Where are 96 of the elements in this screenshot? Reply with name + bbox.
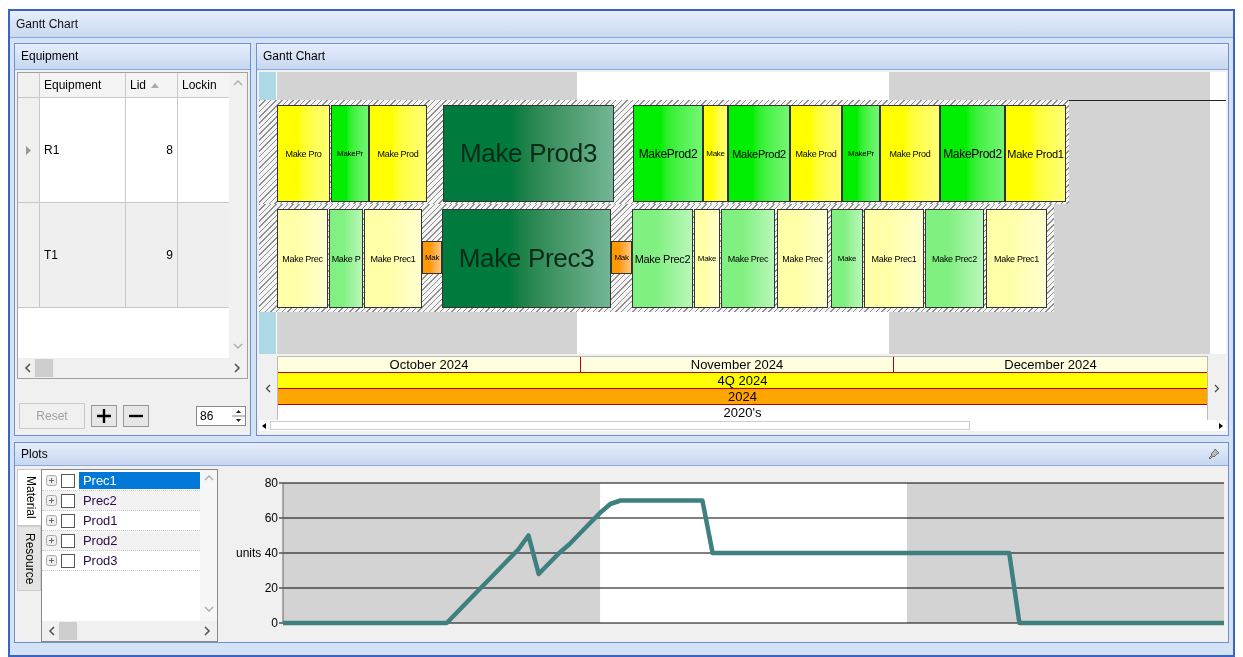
chevron-right-icon (234, 363, 241, 373)
expand-icon[interactable] (45, 495, 57, 506)
gantt-bar[interactable]: Make Prec (721, 209, 775, 308)
chevron-up-icon (233, 79, 243, 86)
column-header[interactable]: Lockin (178, 73, 229, 98)
timescale-label: October 2024 (278, 357, 581, 372)
axis-tick-label: 60 (264, 511, 278, 525)
axis-tick-label: 80 (264, 476, 278, 490)
timescale-label: November 2024 (581, 357, 894, 372)
gantt-bar[interactable]: Make Prec2 (925, 209, 984, 308)
gantt-bar[interactable]: Make Prod (880, 105, 940, 202)
gantt-bar[interactable]: MakePr (842, 105, 880, 202)
column-header[interactable]: Lid (126, 73, 178, 98)
checkbox[interactable] (60, 513, 75, 528)
gantt-bar[interactable]: MakeProd2 (633, 105, 703, 202)
gantt-bar[interactable]: Make Prec1 (986, 209, 1047, 308)
gantt-bar[interactable]: Mak (611, 241, 632, 274)
plus-icon (96, 408, 112, 424)
vertical-scrollbar[interactable] (200, 470, 217, 621)
axis-tick-label: 20 (264, 581, 278, 595)
gantt-bar[interactable]: Make (831, 209, 863, 308)
current-row-icon (26, 145, 31, 155)
chevron-left-icon (47, 626, 55, 636)
gantt-bar[interactable]: Make Prod1 (1005, 105, 1066, 202)
tick-mark (278, 622, 284, 624)
chevron-left-icon (265, 383, 271, 393)
gantt-bar[interactable]: Make Prec2 (632, 209, 693, 308)
list-item[interactable]: Prec1 (78, 472, 200, 489)
arrow-left-icon (262, 422, 266, 429)
gantt-bar[interactable]: Make P (329, 209, 363, 308)
gantt-bar[interactable]: Make Prod (369, 105, 427, 202)
horizontal-scrollbar[interactable] (41, 621, 217, 641)
gantt-bar[interactable]: Mak (422, 241, 442, 274)
timescale-label: December 2024 (1003, 357, 1098, 372)
scrollbar-thumb[interactable] (58, 622, 77, 640)
horizontal-scrollbar[interactable] (18, 358, 247, 378)
gantt-bar[interactable]: MakePr (331, 105, 369, 202)
add-button[interactable] (91, 405, 117, 427)
checkbox[interactable] (60, 493, 75, 508)
vertical-tab[interactable]: Material (17, 469, 41, 526)
axis-tick-label: 40 (264, 546, 278, 560)
zoom-spinbox[interactable]: 86 (196, 406, 246, 426)
timescale-label: 2020's (722, 405, 763, 420)
chevron-down-icon (233, 343, 243, 350)
gantt-bar[interactable]: MakeProd2 (940, 105, 1005, 202)
axis-tick-label: 0 (271, 616, 278, 630)
vertical-tab[interactable]: Resource (17, 525, 41, 592)
gantt-bar[interactable]: Make (703, 105, 728, 202)
table-row[interactable]: R1 8 (18, 98, 229, 203)
table-cell: T1 (40, 203, 126, 308)
chevron-right-icon (204, 626, 211, 636)
expand-icon[interactable] (45, 555, 57, 566)
scrollbar-thumb[interactable] (35, 359, 53, 377)
panel-title: Plots (21, 445, 48, 463)
expand-icon[interactable] (45, 515, 57, 526)
gantt-bar[interactable]: Make Pro (277, 105, 330, 202)
expand-icon[interactable] (45, 475, 57, 486)
expand-icon[interactable] (45, 535, 57, 546)
checkbox[interactable] (60, 473, 75, 488)
window-title: Gantt Chart (10, 11, 1233, 38)
gantt-bar[interactable]: Make Prec (777, 209, 828, 308)
gantt-bar[interactable]: Make Prod3 (443, 105, 614, 202)
tick-mark (278, 517, 284, 519)
remove-button[interactable] (123, 405, 149, 427)
tick-mark (278, 482, 284, 484)
gantt-bar[interactable]: Make Prec1 (864, 209, 924, 308)
gantt-bar[interactable]: Make Prec3 (442, 209, 611, 308)
tick-mark (278, 587, 284, 589)
chevron-up-icon (203, 474, 214, 481)
table-row[interactable]: T1 9 (18, 203, 229, 308)
gantt-bar[interactable]: MakeProd2 (728, 105, 790, 202)
checkbox[interactable] (60, 533, 75, 548)
gantt-bar[interactable]: Make Prod (790, 105, 842, 202)
panel-title: Gantt Chart (257, 44, 1228, 70)
list-item[interactable]: Prod1 (78, 512, 200, 529)
spin-arrows-icon (232, 407, 245, 425)
chevron-right-icon (1214, 383, 1220, 393)
table-cell: 9 (126, 203, 178, 308)
gantt-bar[interactable]: Make (694, 209, 720, 308)
panel-title: Equipment (15, 44, 250, 70)
chevron-left-icon (24, 363, 31, 373)
tick-mark (278, 552, 284, 554)
chevron-down-icon (203, 606, 214, 613)
checkbox[interactable] (60, 553, 75, 568)
vertical-scrollbar[interactable] (229, 73, 247, 358)
arrow-right-icon (1219, 422, 1223, 429)
pin-icon[interactable] (1208, 448, 1220, 460)
list-item[interactable]: Prod3 (78, 552, 200, 569)
column-header[interactable]: Equipment (40, 73, 126, 98)
axis-title: units (236, 546, 262, 560)
timescale-label: 2024 (727, 389, 758, 404)
gantt-bar[interactable]: Make Prec1 (364, 209, 422, 308)
gantt-bar[interactable]: Make Prec (277, 209, 328, 308)
timescale-label: 4Q 2024 (716, 373, 769, 388)
horizontal-scrollbar[interactable] (259, 420, 1226, 431)
row-header-corner (18, 73, 40, 98)
